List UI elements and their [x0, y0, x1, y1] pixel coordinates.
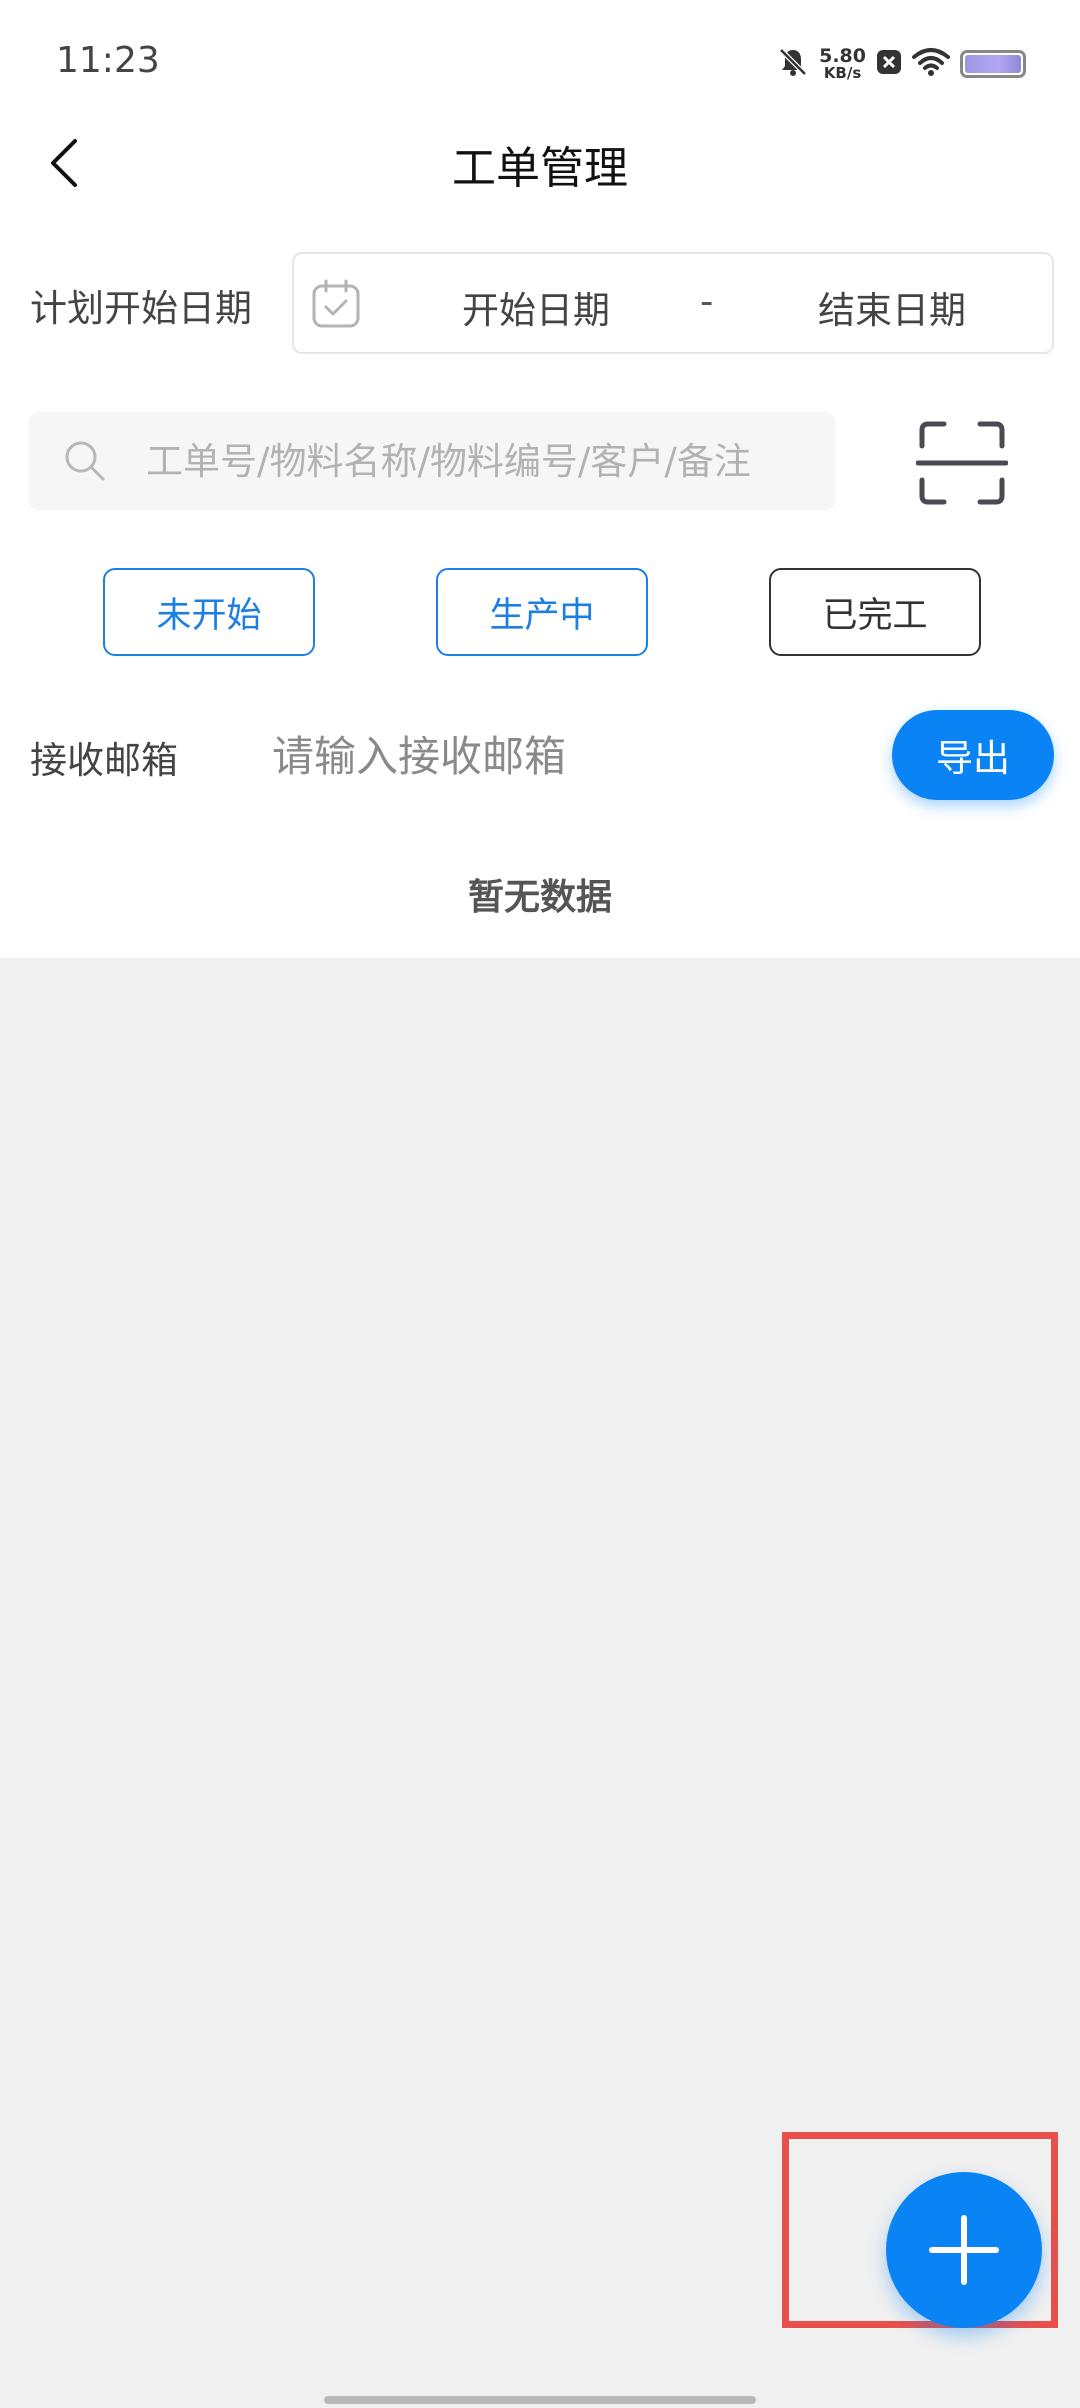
status-icons: 5.80 KB/s	[777, 42, 1026, 86]
wifi-icon	[912, 47, 950, 81]
page-title: 工单管理	[452, 143, 628, 194]
calendar-check-icon	[312, 279, 360, 328]
export-button[interactable]: 导出	[892, 710, 1054, 800]
battery-level	[965, 55, 1021, 73]
net-speed: 5.80 KB/s	[819, 47, 866, 81]
add-work-order-button[interactable]	[886, 2172, 1042, 2328]
date-separator: -	[700, 280, 714, 323]
app-notification-icon	[876, 48, 902, 80]
start-date-field[interactable]: 开始日期	[462, 280, 610, 334]
bell-muted-icon	[777, 46, 809, 82]
filter-not-started[interactable]: 未开始	[103, 568, 315, 656]
empty-state-text: 暂无数据	[467, 877, 612, 918]
search-input[interactable]	[146, 430, 836, 492]
plus-icon	[929, 2215, 999, 2285]
date-range-picker[interactable]: 开始日期 - 结束日期	[292, 252, 1054, 354]
home-indicator[interactable]	[324, 2396, 756, 2404]
date-filter-label: 计划开始日期	[30, 287, 252, 330]
search-icon	[65, 441, 105, 481]
net-speed-unit: KB/s	[823, 64, 862, 82]
end-date-field[interactable]: 结束日期	[818, 280, 966, 334]
status-time: 11:23	[56, 40, 160, 81]
filter-completed[interactable]: 已完工	[769, 568, 981, 656]
filter-in-production[interactable]: 生产中	[436, 568, 648, 656]
scan-button[interactable]	[915, 418, 1009, 508]
search-bar[interactable]	[28, 412, 836, 510]
email-input[interactable]	[272, 720, 832, 792]
battery-icon	[960, 50, 1026, 78]
scan-icon	[915, 421, 1009, 505]
email-label: 接收邮箱	[30, 739, 178, 782]
